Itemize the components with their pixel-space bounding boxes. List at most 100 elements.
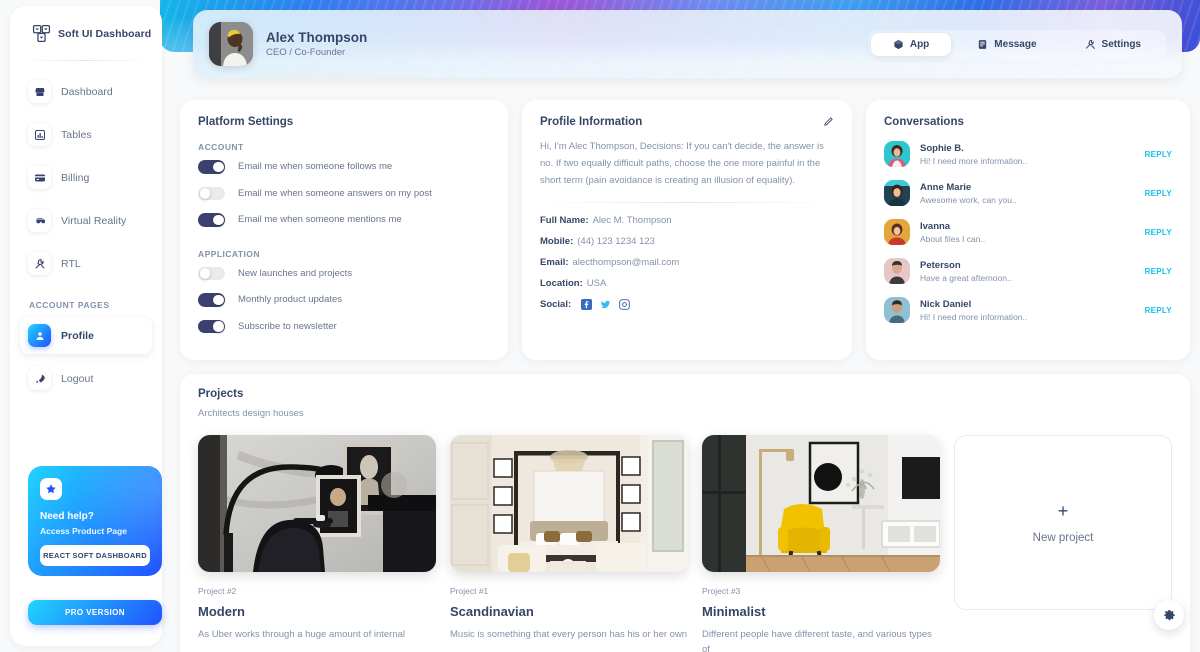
avatar [884,180,910,206]
conversations-title: Conversations [884,116,964,128]
convo-text: Anne Marie Awesome work, can you.. [920,182,1017,205]
user-profile-icon [28,324,51,347]
modern-interior-photo[interactable] [198,435,436,572]
convo-text: Sophie B. Hi! I need more information.. [920,143,1027,166]
gear-icon [1163,609,1176,622]
settings-fab-button[interactable] [1154,600,1184,630]
tools-icon [1085,39,1096,50]
convo-message: Hi! I need more information.. [920,155,1028,166]
facebook-icon[interactable] [580,298,592,310]
profile-information-title: Profile Information [540,116,643,128]
instagram-icon[interactable] [619,298,630,310]
reply-button[interactable]: REPLY [1145,267,1172,276]
list-item[interactable]: Ivanna About files I can.. REPLY [884,219,1172,245]
list-item[interactable]: Nick Daniel Hi! I need more information.… [884,297,1172,323]
tab-app[interactable]: App [870,32,952,56]
list-item[interactable]: Anne Marie Awesome work, can you.. REPLY [884,180,1172,206]
reply-button[interactable]: REPLY [1145,306,1172,315]
toggle-email-follows[interactable] [198,160,225,174]
profile-header-card: Alex Thompson CEO / Co-Founder App Messa… [193,10,1182,78]
platform-settings-title: Platform Settings [198,116,294,128]
star-icon [40,478,62,500]
sidebar: Soft UI Dashboard Dashboard Tables Billi… [10,6,162,646]
pencil-edit-icon[interactable] [823,116,834,127]
sidebar-item-tables[interactable]: Tables [20,116,152,153]
sidebar-item-profile[interactable]: Profile [20,317,152,354]
setting-row: Email me when someone mentions me [198,213,490,227]
sidebar-item-rtl[interactable]: RTL [20,245,152,282]
settings-group-label: APPLICATION [198,248,260,259]
sidebar-item-billing[interactable]: Billing [20,159,152,196]
info-row-full-name: Full Name: Alec M. Thompson [540,215,834,226]
message-document-icon [977,39,988,50]
sidebar-item-label: Billing [61,171,90,184]
sidebar-item-label: Virtual Reality [61,214,127,227]
avatar[interactable] [209,22,253,66]
toggle-monthly-updates[interactable] [198,293,225,307]
info-row-social: Social: [540,298,834,310]
info-value: Alec M. Thompson [592,214,672,226]
convo-name: Nick Daniel [920,298,972,310]
new-project-label: New project [1032,531,1094,544]
setting-row: Email me when someone answers on my post [198,186,490,200]
info-label: Full Name: [540,214,589,226]
sidebar-item-dashboard[interactable]: Dashboard [20,73,152,110]
rocket-icon [28,367,51,390]
sidebar-item-logout[interactable]: Logout [20,360,152,397]
sidebar-item-label: Profile [61,329,95,342]
setting-label: Monthly product updates [238,294,343,306]
new-project-card[interactable]: + New project [954,435,1172,610]
list-item[interactable]: Peterson Have a great afternoon.. REPLY [884,258,1172,284]
profile-information-card: Profile Information Hi, I'm Alec Thompso… [522,100,852,360]
sidebar-item-virtual-reality[interactable]: Virtual Reality [20,202,152,239]
setting-row: Email me when someone follows me [198,160,490,174]
convo-name: Anne Marie [920,181,972,193]
tab-label: Settings [1101,38,1141,50]
project-title: Scandinavian [450,604,534,619]
convo-message: Hi! I need more information.. [920,311,1028,322]
help-card-subtitle: Access Product Page [40,526,127,536]
pro-version-button[interactable]: PRO VERSION [28,600,162,625]
setting-label: Subscribe to newsletter [238,320,337,332]
avatar [884,219,910,245]
reply-button[interactable]: REPLY [1145,189,1172,198]
reply-button[interactable]: REPLY [1145,228,1172,237]
projects-title: Projects [198,388,244,400]
toggle-new-launches[interactable] [198,266,225,280]
tab-settings[interactable]: Settings [1063,33,1163,56]
convo-name: Peterson [920,259,961,271]
platform-settings-card: Platform Settings ACCOUNT Email me when … [180,100,508,360]
project-card-minimalist[interactable]: Project #3 Minimalist Different people h… [702,435,940,652]
project-card-modern[interactable]: Project #2 Modern As Uber works through … [198,435,436,652]
setting-row: Subscribe to newsletter [198,319,490,333]
sidebar-nav: Dashboard Tables Billing Virtual Reality [10,61,162,397]
list-item[interactable]: Sophie B. Hi! I need more information.. … [884,141,1172,167]
brand[interactable]: Soft UI Dashboard [10,6,162,43]
setting-label: Email me when someone follows me [238,161,393,173]
avatar [884,141,910,167]
twitter-icon[interactable] [600,299,611,310]
tab-label: Message [994,38,1037,50]
project-number: Project #1 [450,586,489,596]
convo-message: Have a great afternoon.. [920,272,1012,283]
toggle-email-answers[interactable] [198,186,225,200]
info-label: Location: [540,277,583,289]
info-value: alecthompson@mail.com [572,256,680,268]
divider [540,201,834,203]
projects-grid: Project #2 Modern As Uber works through … [198,435,1172,652]
convo-text: Nick Daniel Hi! I need more information.… [920,299,1027,322]
toggle-email-mentions[interactable] [198,213,225,227]
react-soft-dashboard-button[interactable]: REACT SOFT DASHBOARD [40,545,150,566]
profile-meta: Alex Thompson CEO / Co-Founder [266,30,367,58]
reply-button[interactable]: REPLY [1145,150,1172,159]
project-description: As Uber works through a huge amount of i… [198,629,406,640]
profile-bio: Hi, I'm Alec Thompson, Decisions: If you… [540,141,824,186]
tab-message[interactable]: Message [955,33,1058,56]
minimalist-living-room-photo[interactable] [702,435,940,572]
credit-card-icon [28,166,51,189]
plus-icon: + [1057,500,1069,521]
toggle-newsletter[interactable] [198,319,225,333]
avatar [884,297,910,323]
project-card-scandinavian[interactable]: Project #1 Scandinavian Music is somethi… [450,435,688,652]
scandinavian-bedroom-photo[interactable] [450,435,688,572]
